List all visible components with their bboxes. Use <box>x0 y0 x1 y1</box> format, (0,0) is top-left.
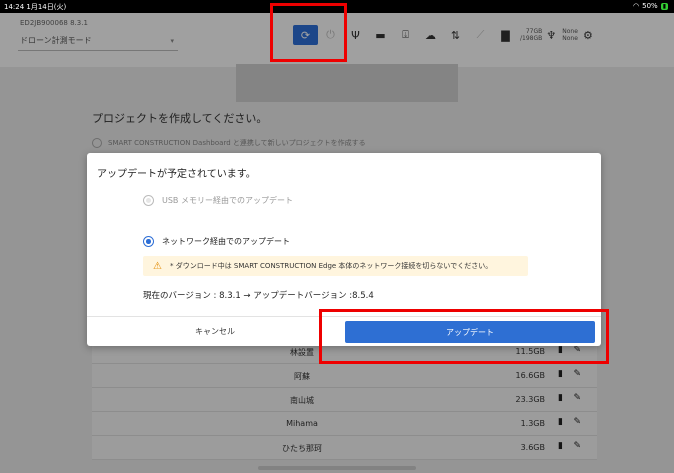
option-network-update[interactable]: ネットワーク経由でのアップデート <box>143 236 290 247</box>
dialog-title: アップデートが予定されています。 <box>97 169 256 180</box>
warning-banner: ⚠ * ダウンロード中は SMART CONSTRUCTION Edge 本体の… <box>143 256 528 276</box>
radio-network[interactable] <box>143 236 154 247</box>
version-info: 現在のバージョン : 8.3.1 → アップデートバージョン :8.5.4 <box>143 291 374 301</box>
update-button[interactable]: アップデート <box>345 321 595 343</box>
battery-icon: ▮ <box>660 2 668 10</box>
battery-percent: 50% <box>642 2 658 10</box>
warning-text: * ダウンロード中は SMART CONSTRUCTION Edge 本体のネッ… <box>169 262 493 270</box>
status-bar: 14:24 1月14日(火) ••• ◠ 50% ▮ <box>0 0 674 13</box>
multitask-dots[interactable]: ••• <box>329 1 344 9</box>
cancel-button[interactable]: キャンセル <box>145 320 285 342</box>
status-time: 14:24 1月14日(火) <box>4 3 67 11</box>
radio-usb <box>143 195 154 206</box>
warning-icon: ⚠ <box>153 260 162 272</box>
status-right: ◠ 50% ▮ <box>633 2 668 10</box>
option-network-label: ネットワーク経由でのアップデート <box>162 237 290 246</box>
dialog-divider <box>87 316 601 317</box>
option-usb-update: USB メモリー経由でのアップデート <box>143 195 293 206</box>
update-dialog: アップデートが予定されています。 USB メモリー経由でのアップデート ネットワ… <box>87 153 601 346</box>
wifi-icon: ◠ <box>633 2 640 10</box>
option-usb-label: USB メモリー経由でのアップデート <box>162 196 293 205</box>
